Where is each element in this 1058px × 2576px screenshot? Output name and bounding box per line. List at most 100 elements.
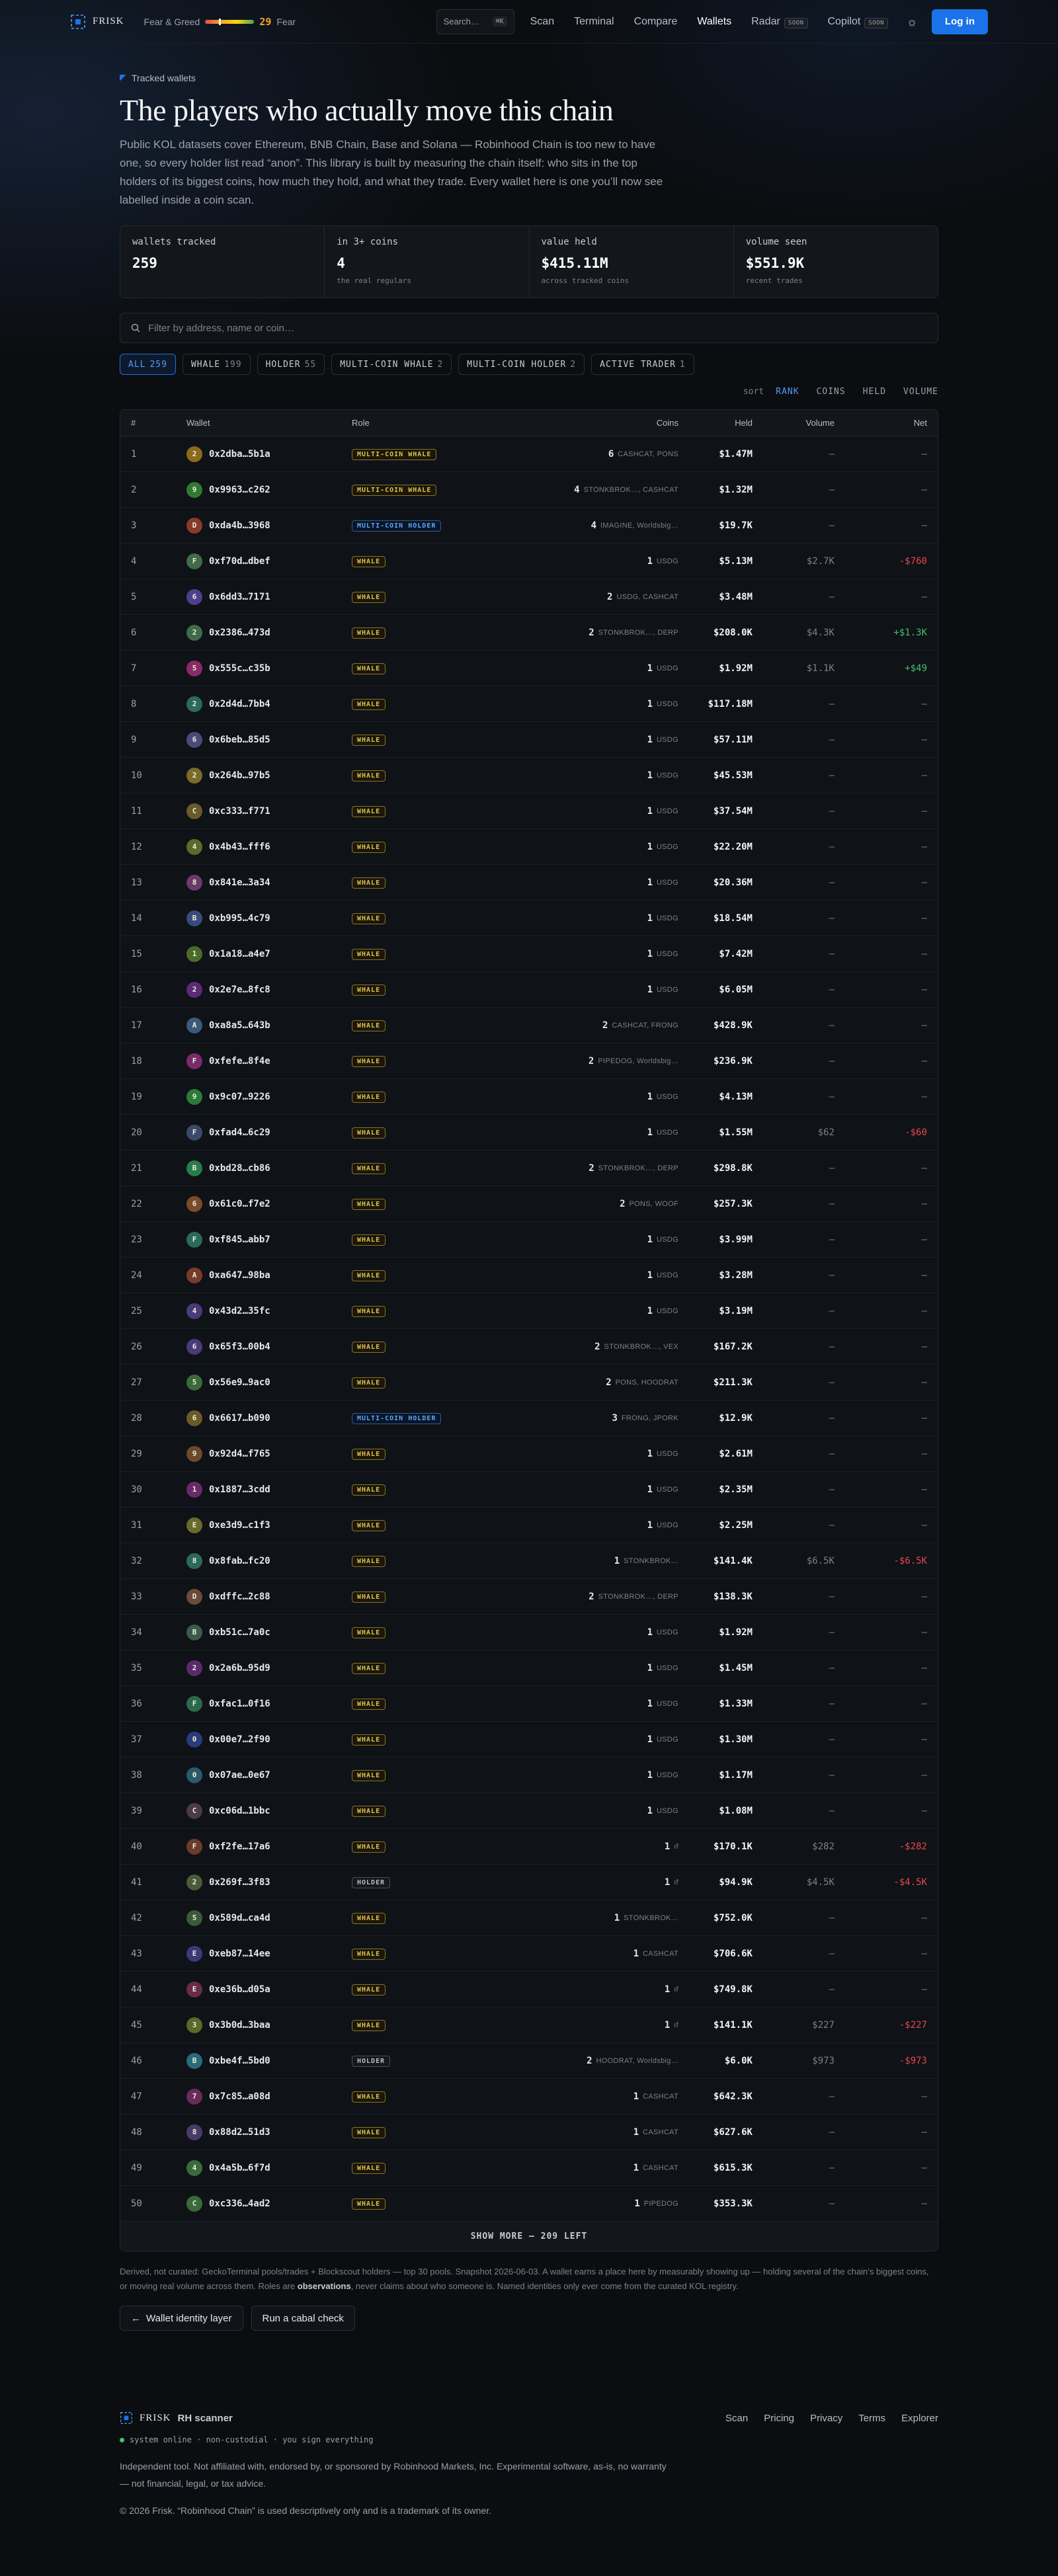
wallet-cell[interactable]: 2 0x2d4d…7bb4 bbox=[176, 696, 341, 712]
wallet-address[interactable]: 0x2a6b…95d9 bbox=[209, 1663, 270, 1673]
table-row[interactable]: 31 E 0xe3d9…c1f3 WHALE 1 USDG $2.25M — — bbox=[120, 1508, 938, 1543]
table-row[interactable]: 32 8 0x8fab…fc20 WHALE 1 STONKBROK… $141.4K $6.… bbox=[120, 1543, 938, 1579]
wallet-address[interactable]: 0xf845…abb7 bbox=[209, 1234, 270, 1245]
column-header-role[interactable]: Role bbox=[341, 418, 507, 428]
wallet-cell[interactable]: 1 0x1a18…a4e7 bbox=[176, 946, 341, 962]
table-row[interactable]: 4 F 0xf70d…dbef WHALE 1 USDG $5.13M $2.7K -$760 bbox=[120, 543, 938, 579]
column-header-coins[interactable]: Coins bbox=[507, 418, 689, 428]
table-row[interactable]: 30 1 0x1887…3cdd WHALE 1 USDG $2.35M — — bbox=[120, 1472, 938, 1508]
table-row[interactable]: 36 F 0xfac1…0f16 WHALE 1 USDG $1.33M — — bbox=[120, 1686, 938, 1722]
cabal-check-button[interactable]: Run a cabal check bbox=[251, 2306, 355, 2331]
wallet-cell[interactable]: C 0xc06d…1bbc bbox=[176, 1802, 341, 1819]
table-row[interactable]: 42 5 0x589d…ca4d WHALE 1 STONKBROK… $752.0K — — bbox=[120, 1900, 938, 1936]
table-row[interactable]: 17 A 0xa8a5…643b WHALE 2 CASHCAT, FRONG $428.9… bbox=[120, 1008, 938, 1043]
show-more-button[interactable]: SHOW MORE — 209 LEFT bbox=[120, 2222, 938, 2251]
wallet-address[interactable]: 0x264b…97b5 bbox=[209, 770, 270, 781]
column-header-net[interactable]: Net bbox=[845, 418, 938, 428]
table-row[interactable]: 40 F 0xf2fe…17a6 WHALE 1 ıf $170.1K $282 -$282 bbox=[120, 1829, 938, 1865]
wallet-cell[interactable]: 8 0x841e…3a34 bbox=[176, 874, 341, 891]
wallet-cell[interactable]: E 0xe36b…d05a bbox=[176, 1981, 341, 1997]
wallet-address[interactable]: 0x61c0…f7e2 bbox=[209, 1199, 270, 1209]
nav-link-wallets[interactable]: Wallets bbox=[697, 16, 731, 28]
table-row[interactable]: 18 F 0xfefe…8f4e WHALE 2 PIPEDOG, Worldsbig… $… bbox=[120, 1043, 938, 1079]
footer-link-pricing[interactable]: Pricing bbox=[764, 2413, 794, 2424]
table-row[interactable]: 44 E 0xe36b…d05a WHALE 1 ıf $749.8K — — bbox=[120, 1972, 938, 2007]
wallet-address[interactable]: 0x56e9…9ac0 bbox=[209, 1377, 270, 1388]
wallet-address[interactable]: 0x589d…ca4d bbox=[209, 1913, 270, 1923]
table-row[interactable]: 34 B 0xb51c…7a0c WHALE 1 USDG $1.92M — — bbox=[120, 1615, 938, 1650]
wallet-address[interactable]: 0xc336…4ad2 bbox=[209, 2198, 270, 2209]
table-row[interactable]: 28 6 0x6617…b090 MULTI-COIN HOLDER 3 FRONG, J… bbox=[120, 1400, 938, 1436]
wallet-cell[interactable]: 8 0x88d2…51d3 bbox=[176, 2124, 341, 2140]
wallet-cell[interactable]: 4 0x43d2…35fc bbox=[176, 1303, 341, 1319]
wallet-address[interactable]: 0x4a5b…6f7d bbox=[209, 2163, 270, 2173]
wallet-cell[interactable]: 1 0x1887…3cdd bbox=[176, 1481, 341, 1498]
table-row[interactable]: 6 2 0x2386…473d WHALE 2 STONKBROK…, DERP $208.… bbox=[120, 615, 938, 651]
sort-option-held[interactable]: HELD bbox=[863, 387, 886, 397]
table-row[interactable]: 45 3 0x3b0d…3baa WHALE 1 ıf $141.1K $227 -$227 bbox=[120, 2007, 938, 2043]
wallet-cell[interactable]: B 0xbd28…cb86 bbox=[176, 1160, 341, 1176]
table-row[interactable]: 11 C 0xc333…f771 WHALE 1 USDG $37.54M — — bbox=[120, 793, 938, 829]
wallet-cell[interactable]: F 0xfac1…0f16 bbox=[176, 1695, 341, 1712]
wallet-address[interactable]: 0x555c…c35b bbox=[209, 663, 270, 674]
wallet-cell[interactable]: 2 0x269f…3f83 bbox=[176, 1874, 341, 1890]
wallet-address[interactable]: 0x269f…3f83 bbox=[209, 1877, 270, 1888]
wallet-cell[interactable]: 4 0x4a5b…6f7d bbox=[176, 2159, 341, 2176]
table-row[interactable]: 16 2 0x2e7e…8fc8 WHALE 1 USDG $6.05M — — bbox=[120, 972, 938, 1008]
wallet-cell[interactable]: A 0xa8a5…643b bbox=[176, 1017, 341, 1033]
table-row[interactable]: 50 C 0xc336…4ad2 WHALE 1 PIPEDOG $353.3K — — bbox=[120, 2186, 938, 2222]
column-header-volume[interactable]: Volume bbox=[763, 418, 845, 428]
wallet-address[interactable]: 0x9963…c262 bbox=[209, 485, 270, 495]
wallet-address[interactable]: 0xbd28…cb86 bbox=[209, 1163, 270, 1174]
login-button[interactable]: Log in bbox=[932, 9, 988, 34]
table-row[interactable]: 12 4 0x4b43…fff6 WHALE 1 USDG $22.20M — — bbox=[120, 829, 938, 865]
wallet-address[interactable]: 0xdffc…2c88 bbox=[209, 1591, 270, 1602]
wallet-cell[interactable]: E 0xeb87…14ee bbox=[176, 1945, 341, 1962]
table-row[interactable]: 39 C 0xc06d…1bbc WHALE 1 USDG $1.08M — — bbox=[120, 1793, 938, 1829]
footer-link-explorer[interactable]: Explorer bbox=[901, 2413, 938, 2424]
wallet-cell[interactable]: E 0xe3d9…c1f3 bbox=[176, 1517, 341, 1533]
wallet-cell[interactable]: B 0xb995…4c79 bbox=[176, 910, 341, 926]
wallet-cell[interactable]: 6 0x6617…b090 bbox=[176, 1410, 341, 1426]
filter-chip-all[interactable]: ALL 259 bbox=[120, 354, 176, 375]
wallet-address[interactable]: 0x65f3…00b4 bbox=[209, 1342, 270, 1352]
wallet-address[interactable]: 0xeb87…14ee bbox=[209, 1949, 270, 1959]
wallet-cell[interactable]: D 0xda4b…3968 bbox=[176, 517, 341, 534]
filter-chip-active-trader[interactable]: ACTIVE TRADER 1 bbox=[591, 354, 694, 375]
wallet-cell[interactable]: 9 0x9c07…9226 bbox=[176, 1088, 341, 1105]
wallet-address[interactable]: 0xda4b…3968 bbox=[209, 520, 270, 531]
table-row[interactable]: 35 2 0x2a6b…95d9 WHALE 1 USDG $1.45M — — bbox=[120, 1650, 938, 1686]
wallet-cell[interactable]: C 0xc333…f771 bbox=[176, 803, 341, 819]
table-row[interactable]: 1 2 0x2dba…5b1a MULTI-COIN WHALE 6 CASHCAT, P… bbox=[120, 436, 938, 472]
column-header-held[interactable]: Held bbox=[689, 418, 763, 428]
wallet-cell[interactable]: 6 0x6dd3…7171 bbox=[176, 588, 341, 605]
wallet-address[interactable]: 0x2d4d…7bb4 bbox=[209, 699, 270, 709]
wallet-address[interactable]: 0x3b0d…3baa bbox=[209, 2020, 270, 2031]
wallet-address[interactable]: 0x6617…b090 bbox=[209, 1413, 270, 1424]
table-row[interactable]: 13 8 0x841e…3a34 WHALE 1 USDG $20.36M — — bbox=[120, 865, 938, 901]
wallet-address[interactable]: 0xfefe…8f4e bbox=[209, 1056, 270, 1067]
wallet-address[interactable]: 0x2dba…5b1a bbox=[209, 449, 270, 460]
footer-link-scan[interactable]: Scan bbox=[725, 2413, 748, 2424]
table-row[interactable]: 3 D 0xda4b…3968 MULTI-COIN HOLDER 4 IMAGINE, … bbox=[120, 508, 938, 543]
table-row[interactable]: 9 6 0x6beb…85d5 WHALE 1 USDG $57.11M — — bbox=[120, 722, 938, 758]
footer-logo[interactable]: FRISK RH scanner bbox=[120, 2411, 233, 2425]
sort-option-rank[interactable]: RANK bbox=[776, 387, 799, 397]
wallet-cell[interactable]: 6 0x6beb…85d5 bbox=[176, 731, 341, 748]
table-row[interactable]: 24 A 0xa647…98ba WHALE 1 USDG $3.28M — — bbox=[120, 1258, 938, 1293]
wallet-cell[interactable]: C 0xc336…4ad2 bbox=[176, 2195, 341, 2212]
table-row[interactable]: 47 7 0x7c85…a08d WHALE 1 CASHCAT $642.3K — — bbox=[120, 2079, 938, 2114]
wallet-cell[interactable]: F 0xfefe…8f4e bbox=[176, 1053, 341, 1069]
wallet-cell[interactable]: 4 0x4b43…fff6 bbox=[176, 838, 341, 855]
table-row[interactable]: 22 6 0x61c0…f7e2 WHALE 2 PONS, WOOF $257.3K — — bbox=[120, 1186, 938, 1222]
wallet-address[interactable]: 0x6dd3…7171 bbox=[209, 592, 270, 602]
wallet-address[interactable]: 0x1a18…a4e7 bbox=[209, 949, 270, 959]
search-button[interactable]: Search… ⌘K bbox=[436, 9, 514, 34]
wallet-address[interactable]: 0x2386…473d bbox=[209, 627, 270, 638]
wallet-address[interactable]: 0x92d4…f765 bbox=[209, 1449, 270, 1459]
wallet-address[interactable]: 0x841e…3a34 bbox=[209, 877, 270, 888]
wallet-cell[interactable]: 2 0x2e7e…8fc8 bbox=[176, 981, 341, 998]
wallet-address[interactable]: 0x7c85…a08d bbox=[209, 2091, 270, 2102]
wallet-address[interactable]: 0xc333…f771 bbox=[209, 806, 270, 817]
wallet-address[interactable]: 0xfad4…6c29 bbox=[209, 1127, 270, 1138]
